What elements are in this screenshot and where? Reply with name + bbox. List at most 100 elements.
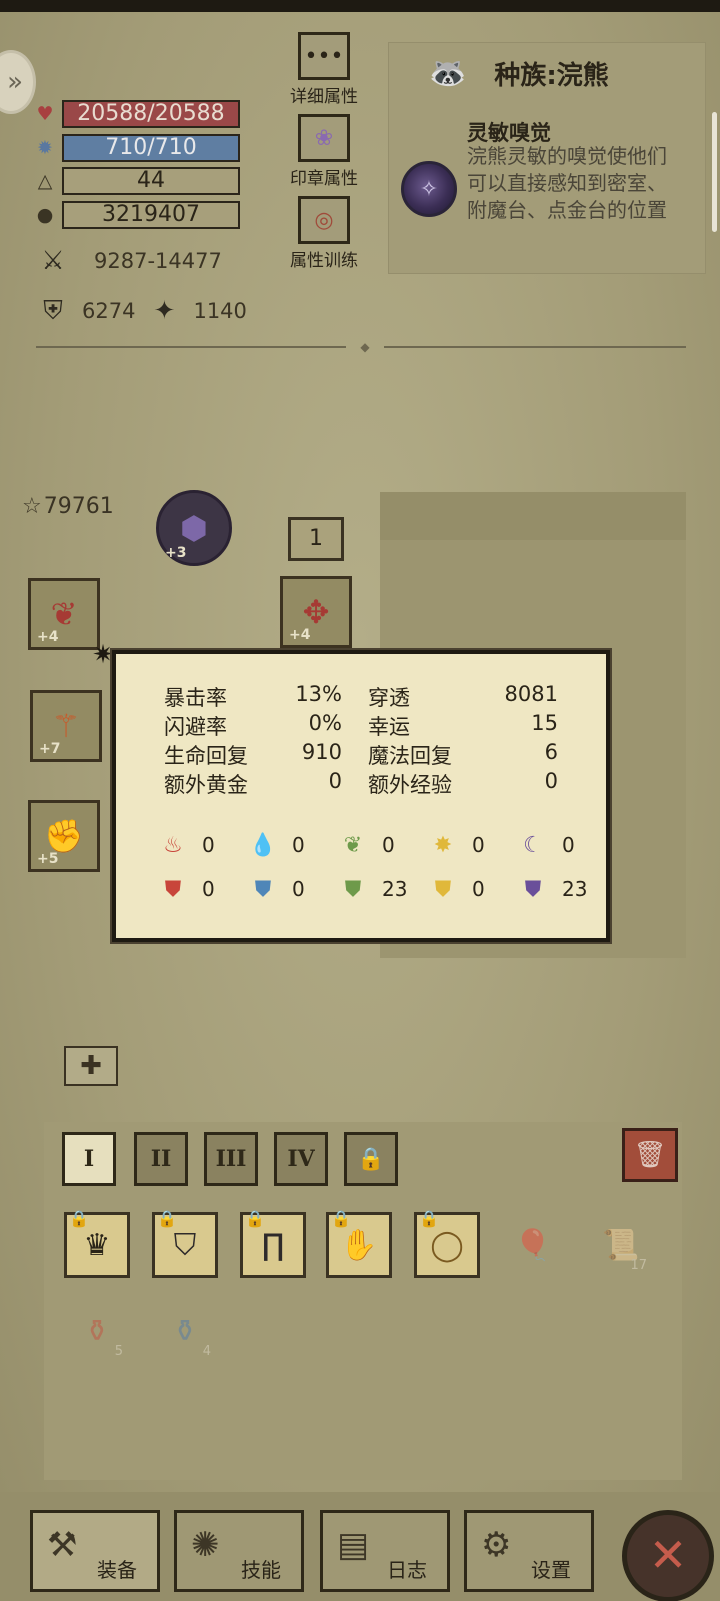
- gold-icon: ●: [36, 204, 54, 226]
- fire-resist-value: 0: [202, 877, 215, 901]
- top-border: [0, 0, 720, 12]
- inventory-item-red-potion[interactable]: ⚱ 5: [64, 1298, 130, 1364]
- shield-icon: ⛨: [43, 295, 63, 326]
- inventory-item-blue-potion[interactable]: ⚱ 4: [152, 1298, 218, 1364]
- mp-bar: 710/710: [62, 134, 240, 162]
- divider-ornament: ◆: [360, 340, 370, 354]
- attribute-training-button[interactable]: ◎ 属性训练: [284, 196, 364, 271]
- nature-attack-icon: ❦: [343, 832, 363, 858]
- inventory-item-ring[interactable]: 🔒 ◯: [414, 1209, 480, 1278]
- ring-icon: ◯: [430, 1227, 464, 1263]
- dark-helmet-icon: ⬢: [180, 509, 208, 547]
- divider-right: [384, 346, 686, 348]
- blue-potion-icon: ⚱: [172, 1313, 198, 1349]
- flower-icon: ❀: [298, 114, 350, 162]
- nav-skills-label: 技能: [241, 1558, 281, 1582]
- dark-resist-icon: ⛊: [524, 876, 542, 902]
- tooltip-row: 生命回复 910 魔法回复 6: [164, 740, 558, 770]
- defense-row: ⛨ 6274 ✦ 1140: [36, 294, 247, 328]
- weapon-enhance-level: +7: [39, 741, 61, 757]
- inventory-item-armor[interactable]: 🔒 ⛉: [152, 1209, 218, 1278]
- lock-icon: 🔒: [331, 1209, 351, 1228]
- ornate-box-icon: ✥: [302, 593, 330, 631]
- balloon-icon: 🎈: [514, 1227, 552, 1263]
- star-icon: ☆: [22, 494, 42, 519]
- add-slot-button[interactable]: ✚: [64, 1046, 118, 1086]
- chevron-right-icon: »: [7, 67, 23, 97]
- nature-resist-value: 23: [382, 877, 408, 901]
- light-attack-icon: ✸: [433, 832, 453, 858]
- seal-attributes-label: 印章属性: [290, 169, 358, 189]
- raccoon-icon: 🦝: [429, 56, 467, 91]
- inventory-item-crown[interactable]: 🔒 ♛: [64, 1209, 130, 1278]
- nav-log-label: 日志: [387, 1558, 427, 1582]
- scroll-count: 17: [630, 1258, 647, 1273]
- nav-equip-button[interactable]: ⚒ 装备: [30, 1510, 160, 1592]
- inventory-item-gauntlet[interactable]: 🔒 ✋: [326, 1209, 392, 1278]
- mp-regen-value: 6: [544, 740, 558, 764]
- trash-icon: 🗑: [633, 1140, 667, 1170]
- trash-button[interactable]: 🗑: [622, 1128, 678, 1182]
- tab-bag-3[interactable]: III: [204, 1132, 258, 1186]
- red-potion-count: 5: [114, 1344, 123, 1359]
- tooltip-row: 暴击率 13% 穿透 8081: [164, 682, 558, 712]
- keen-smell-icon[interactable]: ✧: [401, 161, 457, 217]
- gauntlet-icon: ✋: [340, 1227, 378, 1263]
- gauntlet-icon: ✊: [44, 817, 84, 855]
- close-button[interactable]: ✕: [622, 1510, 714, 1601]
- detail-attributes-button[interactable]: ••• 详细属性: [284, 32, 364, 107]
- penetration-label: 穿透: [368, 686, 410, 710]
- hp-regen-label: 生命回复: [164, 744, 248, 768]
- extra-gold-label: 额外黄金: [164, 773, 248, 797]
- nav-log-button[interactable]: ▤ 日志: [320, 1510, 450, 1592]
- level-box[interactable]: 1: [288, 517, 344, 561]
- fire-attack-icon: ♨: [163, 832, 183, 858]
- dark-attack-icon: ☾: [523, 832, 543, 858]
- inventory-item-pants[interactable]: 🔒 ∏: [240, 1209, 306, 1278]
- accessory-right-enhance-level: +4: [289, 627, 311, 643]
- nav-settings-button[interactable]: ⚙ 设置: [464, 1510, 594, 1592]
- gear-icon: ⚙: [481, 1525, 512, 1565]
- amulet-icon: ❦: [50, 595, 78, 633]
- tab-bag-4[interactable]: IV: [274, 1132, 328, 1186]
- power-score-value: 79761: [43, 494, 114, 519]
- accessory-left-enhance-level: +4: [37, 629, 59, 645]
- defense-value: 6274: [82, 299, 136, 323]
- race-ability-desc: 浣熊灵敏的嗅觉使他们可以直接感知到密室、附魔台、点金台的位置: [467, 144, 667, 222]
- elemental-attack-row: ♨ 0 💧 0 ❦ 0 ✸ 0 ☾ 0: [158, 830, 608, 860]
- light-resist-icon: ⛊: [434, 876, 452, 902]
- stats-tooltip: 暴击率 13% 穿透 8081 闪避率 0% 幸运 15 生命回复 910 魔法…: [112, 650, 610, 942]
- water-resist-value: 0: [292, 877, 305, 901]
- power-score: ☆ 79761: [22, 494, 114, 519]
- inventory-item-balloon[interactable]: 🎈: [500, 1212, 566, 1278]
- fire-attack-value: 0: [202, 833, 215, 857]
- crossed-swords-icon: ⚔: [41, 246, 65, 276]
- nav-skills-button[interactable]: ✺ 技能: [174, 1510, 304, 1592]
- blue-potion-count: 4: [202, 1344, 211, 1359]
- tab-bag-locked[interactable]: 🔒: [344, 1132, 398, 1186]
- fire-resist-icon: ⛊: [164, 876, 182, 902]
- attribute-training-label: 属性训练: [290, 251, 358, 271]
- nature-attack-value: 0: [382, 833, 395, 857]
- helmet-slot[interactable]: ⬢ +3: [156, 490, 232, 566]
- gloves-slot[interactable]: ✊ +5: [28, 800, 100, 872]
- weapon-slot[interactable]: ⚚ +7: [30, 690, 102, 762]
- inventory-item-scroll[interactable]: 📜 17: [588, 1212, 654, 1278]
- race-panel: 🦝 种族:浣熊 灵敏嗅觉 ✧ 浣熊灵敏的嗅觉使他们可以直接感知到密室、附魔台、点…: [388, 42, 706, 274]
- tooltip-row: 闪避率 0% 幸运 15: [164, 711, 558, 741]
- crit-rate-value: 13%: [295, 682, 342, 706]
- extra-exp-label: 额外经验: [368, 773, 452, 797]
- accessory-slot-right[interactable]: ✥ +4: [280, 576, 352, 648]
- skill-icon: ✺: [191, 1525, 220, 1565]
- scrollbar[interactable]: [712, 112, 717, 232]
- seal-attributes-button[interactable]: ❀ 印章属性: [284, 114, 364, 189]
- tab-bag-2[interactable]: II: [134, 1132, 188, 1186]
- lock-icon: 🔒: [419, 1209, 439, 1228]
- tab-bag-1[interactable]: I: [62, 1132, 116, 1186]
- pants-icon: ∏: [261, 1227, 285, 1263]
- journal-icon: ▤: [337, 1525, 370, 1565]
- target-icon: ◎: [298, 196, 350, 244]
- attack-row: ⚔ 9287-14477: [36, 244, 221, 278]
- crit-rate-label: 暴击率: [164, 686, 227, 710]
- dodge-rate-label: 闪避率: [164, 715, 227, 739]
